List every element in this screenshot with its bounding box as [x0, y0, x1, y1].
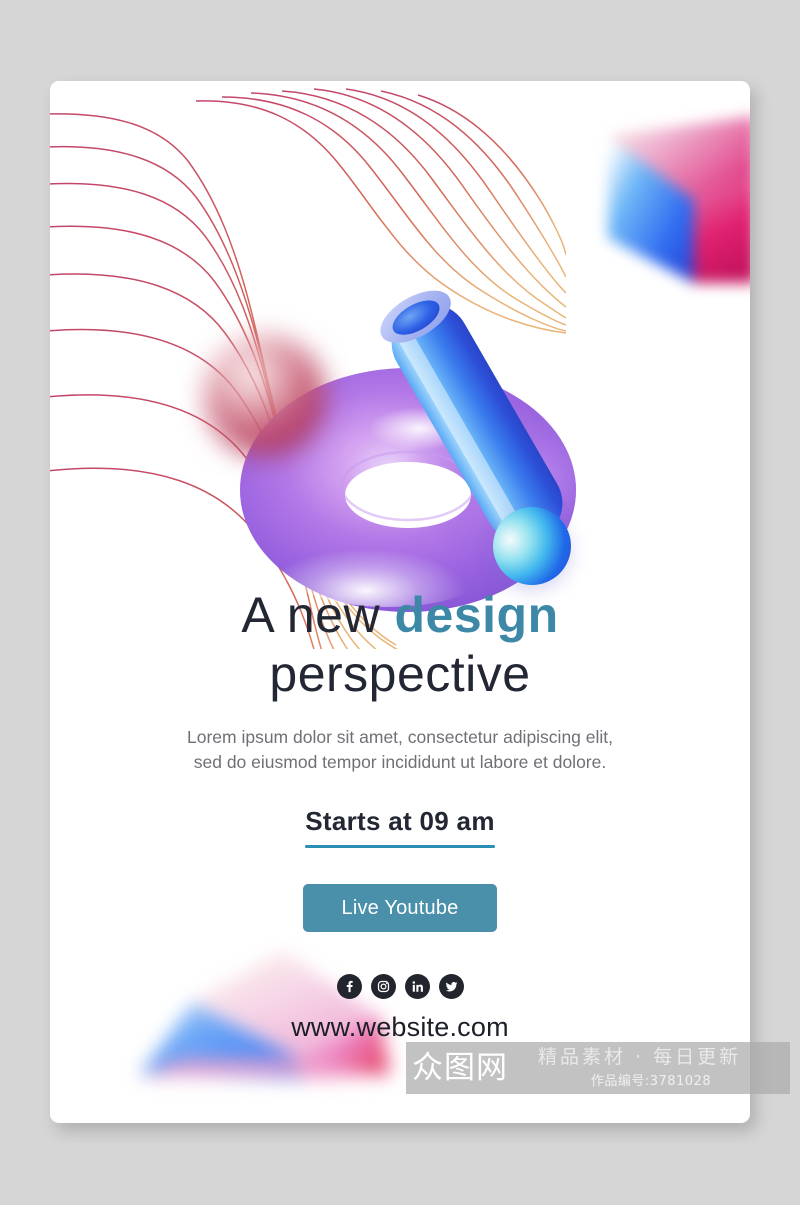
live-youtube-button[interactable]: Live Youtube	[303, 883, 497, 932]
schedule-underline	[305, 844, 495, 848]
prism-top-right	[608, 116, 750, 283]
purple-torus	[240, 368, 576, 612]
linkedin-icon[interactable]	[404, 974, 430, 999]
headline-line1-prefix: A new	[241, 587, 395, 643]
page-title: A new design perspective	[50, 586, 750, 703]
poster-subcopy: Lorem ipsum dolor sit amet, consectetur …	[186, 727, 614, 773]
schedule-label: Starts at 09 am	[305, 805, 495, 836]
headline-accent-word: design	[394, 587, 559, 643]
poster-card: A new design perspective Lorem ipsum dol…	[50, 81, 750, 1123]
instagram-icon[interactable]	[370, 974, 396, 999]
hero-3d-artwork	[50, 171, 750, 631]
cyan-blue-sphere	[493, 507, 571, 585]
website-url[interactable]: www.website.com	[50, 1012, 750, 1043]
facebook-icon[interactable]	[336, 974, 362, 999]
social-links	[50, 974, 750, 999]
poster-content: A new design perspective Lorem ipsum dol…	[50, 586, 750, 932]
flow-lines-decoration	[50, 88, 566, 649]
poster-canvas: A new design perspective Lorem ipsum dol…	[0, 0, 800, 1205]
twitter-icon[interactable]	[438, 974, 464, 999]
schedule-block: Starts at 09 am	[305, 805, 495, 848]
headline-line2: perspective	[269, 645, 531, 702]
blue-cylinder	[380, 290, 563, 543]
blurred-red-sphere	[205, 336, 325, 456]
